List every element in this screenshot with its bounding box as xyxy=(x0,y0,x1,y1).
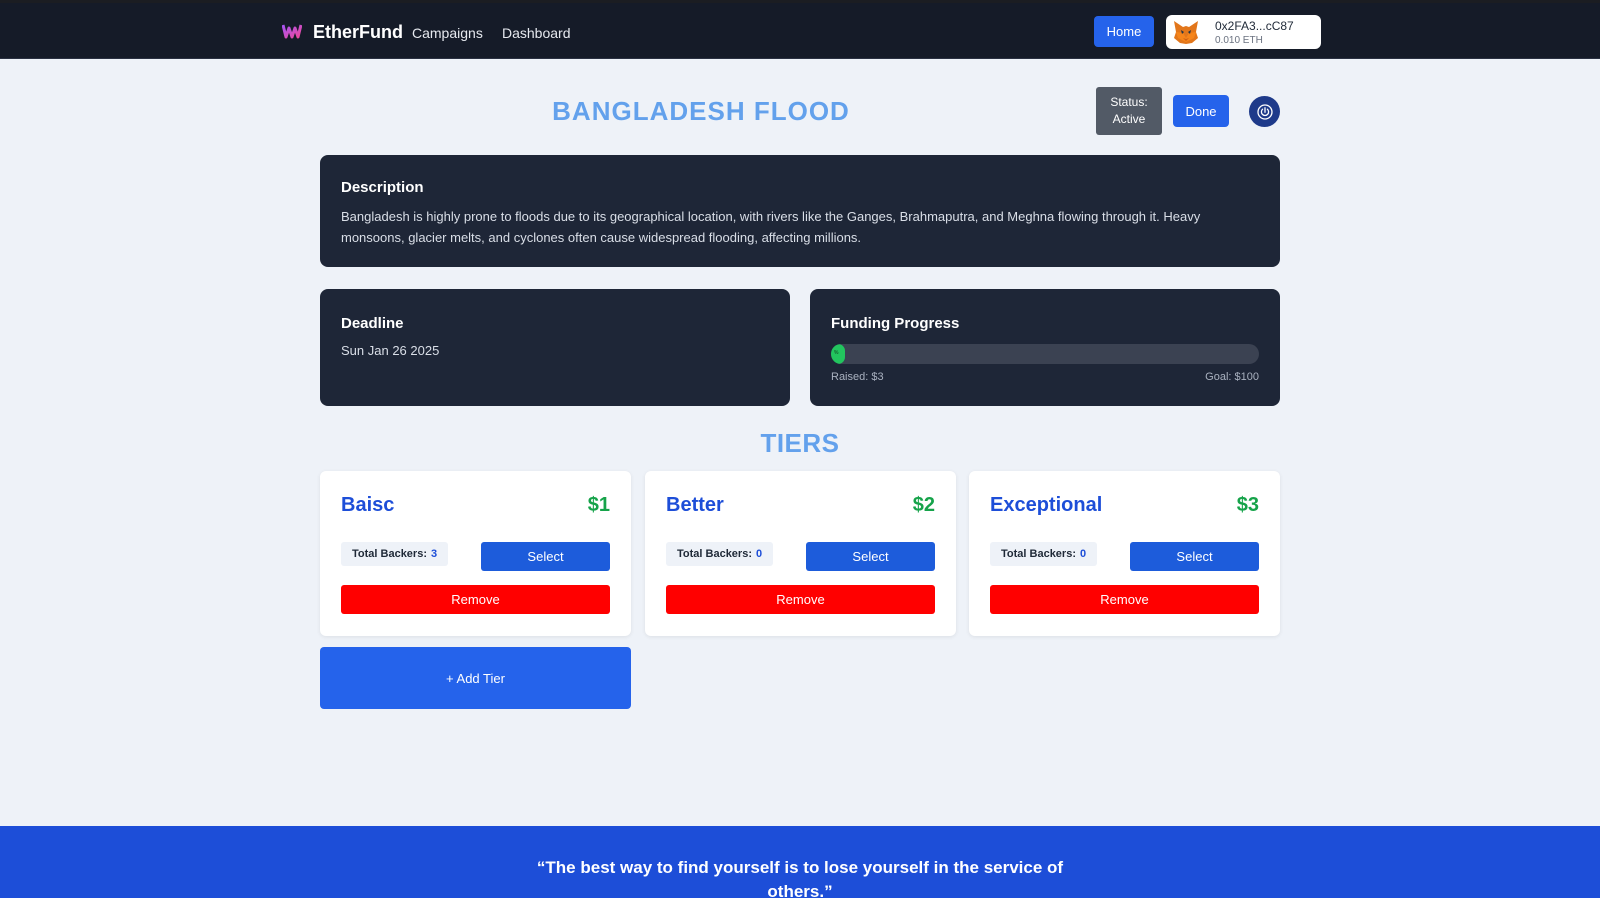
total-backers-badge: Total Backers: 3 xyxy=(341,542,449,566)
power-icon xyxy=(1256,103,1273,120)
backers-count: 0 xyxy=(1080,548,1087,560)
total-backers-badge: Total Backers: 0 xyxy=(990,542,1098,566)
tier-price: $1 xyxy=(587,494,610,516)
funding-heading: Funding Progress xyxy=(831,315,960,332)
page-title: BANGLADESH FLOOD xyxy=(552,96,850,126)
wallet-address: 0x2FA3...cC87 xyxy=(1215,19,1294,33)
tier-price: $3 xyxy=(1236,494,1259,516)
tier-card-basic: Baisc $1 Total Backers: 3 Select Remove xyxy=(320,471,631,636)
status-label: Status: xyxy=(1110,95,1148,109)
backers-label: Total Backers: xyxy=(352,548,427,560)
status-value: Active xyxy=(1112,112,1146,126)
backers-count: 3 xyxy=(431,548,438,560)
funding-progress-fill: % xyxy=(831,344,845,364)
deadline-card: Deadline Sun Jan 26 2025 xyxy=(320,289,790,406)
deadline-heading: Deadline xyxy=(341,315,404,332)
footer: “The best way to find yourself is to los… xyxy=(0,826,1600,898)
add-tier-button[interactable]: + Add Tier xyxy=(320,647,631,709)
power-button[interactable] xyxy=(1249,96,1280,127)
funding-progress-bar: % xyxy=(831,344,1259,364)
navbar: EtherFund Campaigns Dashboard Home 0x2FA… xyxy=(0,3,1600,59)
tier-name: Baisc xyxy=(341,494,395,516)
select-tier-button[interactable]: Select xyxy=(481,542,610,571)
status-badge: Status: Active xyxy=(1096,87,1162,135)
goal-amount: Goal: $100 xyxy=(1205,371,1259,383)
backers-label: Total Backers: xyxy=(1001,548,1076,560)
funding-progress-card: Funding Progress % Raised: $3 Goal: $100 xyxy=(810,289,1280,406)
description-card: Description Bangladesh is highly prone t… xyxy=(320,155,1280,267)
remove-tier-button[interactable]: Remove xyxy=(990,585,1259,614)
tier-card-exceptional: Exceptional $3 Total Backers: 0 Select R… xyxy=(969,471,1280,636)
select-tier-button[interactable]: Select xyxy=(1130,542,1259,571)
total-backers-badge: Total Backers: 0 xyxy=(666,542,774,566)
remove-tier-button[interactable]: Remove xyxy=(341,585,610,614)
tiers-title: TIERS xyxy=(760,428,840,458)
wallet-balance: 0.010 ETH xyxy=(1215,35,1263,46)
nav-link-dashboard[interactable]: Dashboard xyxy=(502,24,571,42)
nav-link-campaigns[interactable]: Campaigns xyxy=(412,24,483,42)
remove-tier-button[interactable]: Remove xyxy=(666,585,935,614)
app-window: EtherFund Campaigns Dashboard Home 0x2FA… xyxy=(0,3,1600,898)
description-heading: Description xyxy=(341,179,424,196)
backers-count: 0 xyxy=(756,548,763,560)
home-button[interactable]: Home xyxy=(1094,16,1154,47)
footer-quote: “The best way to find yourself is to los… xyxy=(536,858,1064,898)
etherfund-logo-icon xyxy=(282,24,302,39)
progress-percent-label: % xyxy=(834,350,839,356)
tier-card-better: Better $2 Total Backers: 0 Select Remove xyxy=(645,471,956,636)
select-tier-button[interactable]: Select xyxy=(806,542,935,571)
metamask-fox-icon xyxy=(1174,21,1198,44)
raised-amount: Raised: $3 xyxy=(831,371,884,383)
wallet-connect-button[interactable]: 0x2FA3...cC87 0.010 ETH xyxy=(1166,15,1321,49)
tier-name: Exceptional xyxy=(990,494,1103,516)
tier-price: $2 xyxy=(912,494,935,516)
deadline-value: Sun Jan 26 2025 xyxy=(341,343,440,358)
backers-label: Total Backers: xyxy=(677,548,752,560)
tier-name: Better xyxy=(666,494,724,516)
brand-name[interactable]: EtherFund xyxy=(313,21,403,43)
done-button[interactable]: Done xyxy=(1173,95,1229,127)
description-text: Bangladesh is highly prone to floods due… xyxy=(341,209,1201,245)
